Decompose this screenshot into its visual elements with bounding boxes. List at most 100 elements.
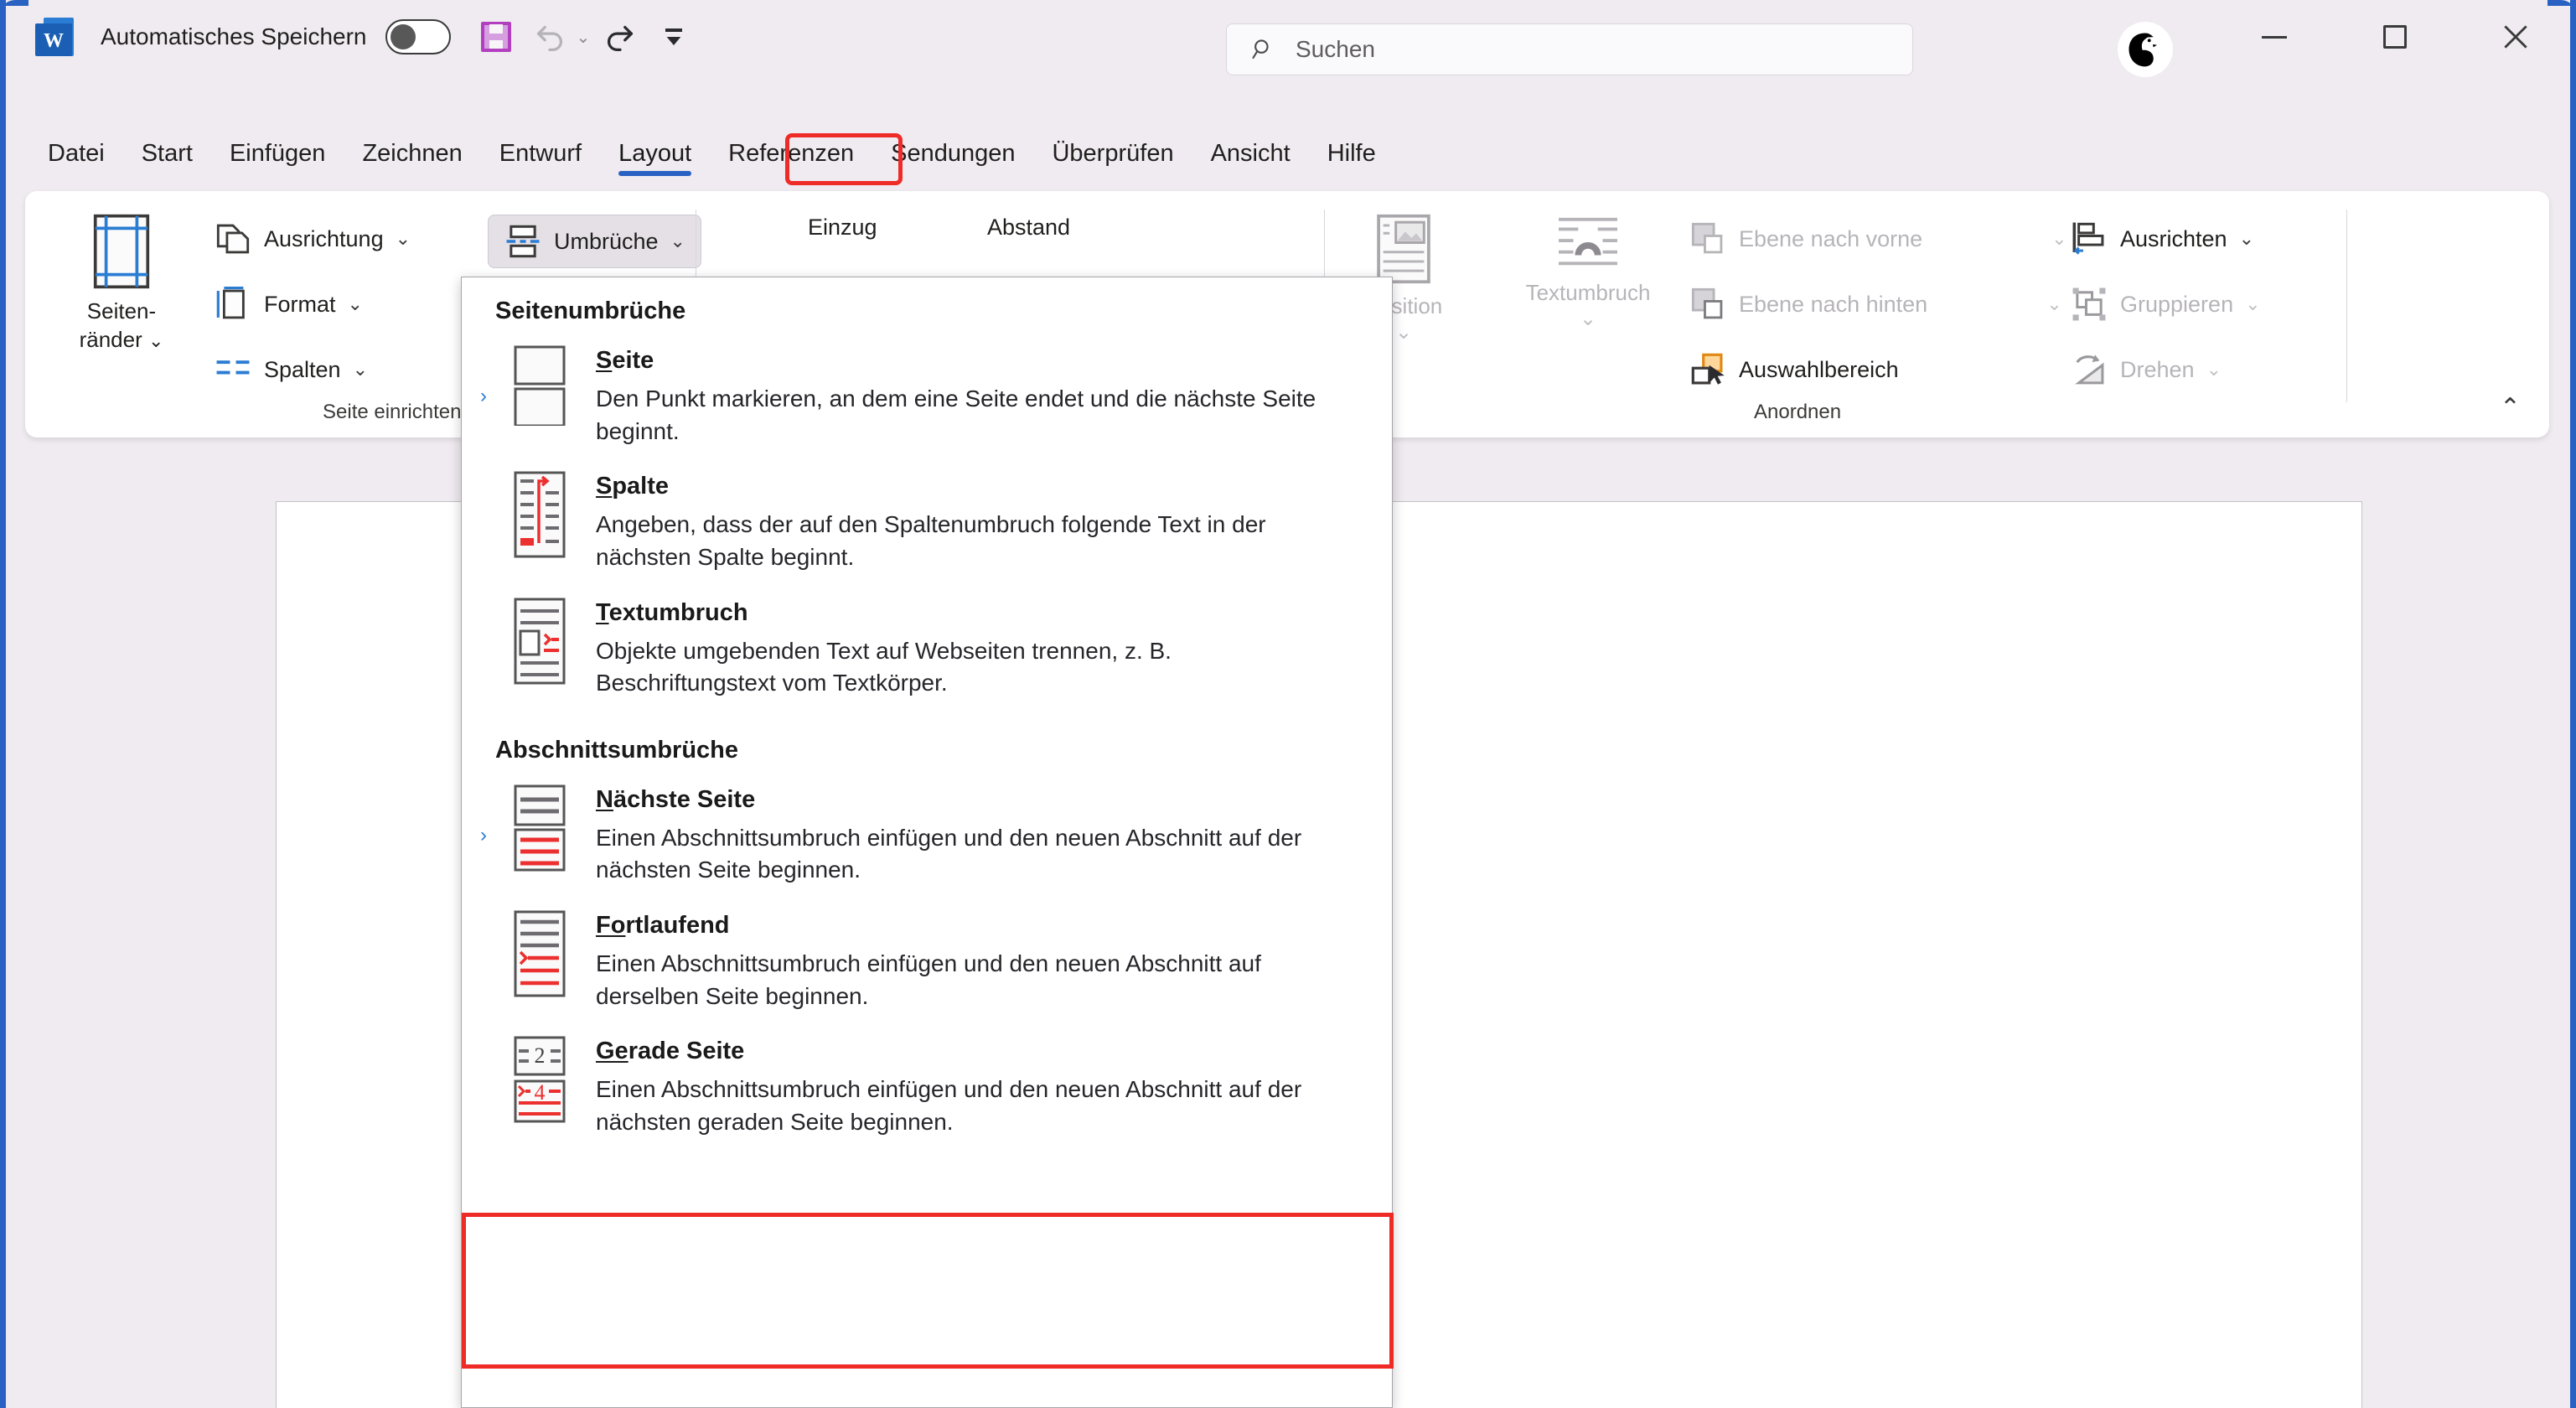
orientation-label: Ausrichtung: [264, 225, 384, 251]
customize-qat-icon: [665, 28, 683, 45]
tab-sendungen[interactable]: Sendungen: [872, 126, 1033, 178]
tab-hilfe[interactable]: Hilfe: [1309, 126, 1394, 178]
tab-start[interactable]: Start: [123, 126, 211, 178]
autosave-toggle[interactable]: [385, 19, 451, 54]
rotate-label: Drehen: [2120, 356, 2195, 382]
chevron-down-icon: ⌄: [1394, 321, 1413, 344]
columns-button[interactable]: Spalten ⌄: [214, 347, 368, 392]
menu-item-text: Fortlaufend Einen Abschnittsumbruch einf…: [596, 910, 1365, 1012]
menu-item-text: Textumbruch Objekte umgebenden Text auf …: [596, 598, 1365, 700]
chevron-down-icon: ⌄: [2245, 293, 2261, 314]
maximize-button[interactable]: [2355, 7, 2435, 67]
close-button[interactable]: [2475, 7, 2556, 67]
chevron-down-icon: ⌄: [2206, 359, 2222, 380]
word-window: W Automatisches Speichern ⌄ Suchen Datei…: [0, 0, 2576, 1408]
svg-text:2: 2: [535, 1043, 546, 1068]
tab-label: Referenzen: [728, 139, 855, 167]
chevron-down-icon: ⌄: [347, 293, 363, 314]
save-button[interactable]: [473, 13, 520, 60]
tab-label: Einfügen: [229, 139, 326, 167]
page-size-button[interactable]: Format ⌄: [214, 282, 363, 327]
redo-button[interactable]: [597, 13, 644, 60]
menu-item-title: Spalte: [596, 473, 1365, 500]
align-button[interactable]: Ausrichten ⌄: [2070, 216, 2254, 261]
search-icon: [1250, 36, 1277, 63]
abschnittsumbrueche-highlight-box: [462, 1212, 1394, 1369]
tab-zeichnen[interactable]: Zeichnen: [344, 126, 480, 178]
menu-item-description: Einen Abschnittsumbruch einfügen und den…: [596, 824, 1302, 883]
menu-item-gerade-seite[interactable]: 2 4 Gerade Seite Einen Abschnittsumbruch…: [462, 1024, 1392, 1150]
page-margins-icon: [93, 214, 150, 289]
tab-label: Sendungen: [891, 139, 1016, 167]
menu-item-text: Seite Den Punkt markieren, an dem eine S…: [596, 345, 1365, 448]
tab-datei[interactable]: Datei: [29, 126, 123, 178]
rotate-button[interactable]: Drehen ⌄: [2070, 347, 2222, 392]
chevron-up-icon[interactable]: ⌃: [2500, 393, 2521, 422]
menu-item-title: Textumbruch: [596, 599, 1365, 627]
text-wrap-icon: [1559, 217, 1617, 266]
tab-layout[interactable]: Layout: [600, 126, 710, 178]
tab-label: Zeichnen: [362, 139, 463, 167]
selection-pane-button[interactable]: Auswahlbereich: [1689, 347, 1899, 392]
menu-item-description: Den Punkt markieren, an dem eine Seite e…: [596, 386, 1316, 444]
tab-label: Überprüfen: [1052, 139, 1174, 167]
tab-label: Entwurf: [499, 139, 582, 167]
orientation-icon: [216, 224, 250, 254]
send-backward-button[interactable]: Ebene nach hinten ⌄: [1689, 282, 2062, 327]
menu-item-textumbruch[interactable]: Textumbruch Objekte umgebenden Text auf …: [462, 586, 1392, 712]
even-page-section-break-icon: 2 4: [505, 1036, 574, 1123]
tab-entwurf[interactable]: Entwurf: [481, 126, 600, 178]
tab-ansicht[interactable]: Ansicht: [1192, 126, 1309, 178]
bring-forward-button[interactable]: Ebene nach vorne ⌄: [1689, 216, 2067, 261]
breaks-button[interactable]: Umbrüche ⌄: [488, 215, 701, 268]
title-rest: rtlaufend: [625, 912, 730, 939]
position-icon: [1377, 214, 1430, 284]
page-size-icon: [216, 286, 245, 319]
tab-einfuegen[interactable]: Einfügen: [211, 126, 344, 178]
undo-button[interactable]: [526, 13, 573, 60]
maximize-icon: [2383, 25, 2407, 49]
text-wrap-button[interactable]: Textumbruch ⌄: [1483, 213, 1693, 331]
group-label: Gruppieren: [2120, 291, 2234, 317]
accelerator-letter: S: [596, 473, 613, 500]
page-margins-label: Seiten- ränder ⌄: [79, 298, 164, 353]
menu-item-fortlaufend[interactable]: Fortlaufend Einen Abschnittsumbruch einf…: [462, 898, 1392, 1024]
minimize-button[interactable]: [2234, 7, 2315, 67]
chevron-right-icon: ›: [480, 823, 487, 846]
user-avatar[interactable]: [2118, 22, 2173, 77]
tab-active-underline: [618, 171, 692, 176]
search-box[interactable]: Suchen: [1226, 23, 1913, 75]
bring-forward-icon: [1691, 222, 1723, 254]
ribbon-tab-bar: Datei Start Einfügen Zeichnen Entwurf La…: [6, 126, 2570, 184]
menu-section-heading-seitenumbrueche: Seitenumbrüche: [495, 298, 686, 324]
tab-label: Hilfe: [1327, 139, 1376, 167]
orientation-button[interactable]: Ausrichtung ⌄: [214, 216, 411, 261]
menu-item-seite[interactable]: › Seite Den Punkt markieren, an dem eine…: [462, 334, 1392, 459]
search-input[interactable]: Suchen: [1296, 36, 1375, 63]
send-backward-label: Ebene nach hinten: [1739, 291, 1928, 317]
menu-item-spalte[interactable]: Spalte Angeben, dass der auf den Spalten…: [462, 459, 1392, 585]
undo-icon: [536, 25, 562, 51]
menu-item-naechste-seite[interactable]: › Nächste Seite Einen Abschnittsumbruch: [462, 773, 1392, 898]
tab-ueberpruefen[interactable]: Überprüfen: [1033, 126, 1192, 178]
page-size-label: Format: [264, 291, 336, 317]
title-rest: ächste Seite: [613, 785, 756, 813]
page-margins-button[interactable]: Seiten- ränder ⌄: [59, 213, 184, 355]
spacing-label: Abstand: [987, 215, 1071, 240]
indent-label: Einzug: [808, 215, 877, 240]
save-icon: [480, 22, 511, 52]
customize-qat-button[interactable]: [650, 13, 697, 60]
group-button[interactable]: Gruppieren ⌄: [2070, 282, 2261, 327]
group-label-anordnen: Anordnen: [1754, 401, 1842, 423]
menu-item-title: Gerade Seite: [596, 1038, 1365, 1065]
chevron-down-icon: ⌄: [2051, 228, 2067, 249]
menu-item-text: Spalte Angeben, dass der auf den Spalten…: [596, 471, 1365, 573]
breaks-dropdown-menu: Seitenumbrüche › Seite Den Punkt markier…: [461, 277, 1394, 1408]
menu-item-title: Nächste Seite: [596, 786, 1365, 814]
window-border-left: [0, 0, 6, 1408]
align-icon: [2072, 222, 2104, 255]
accelerator-letter: T: [596, 598, 609, 626]
undo-chevron-down-icon[interactable]: ⌄: [577, 27, 591, 48]
tab-referenzen[interactable]: Referenzen: [710, 126, 872, 178]
accelerator-letter: N: [596, 785, 613, 813]
